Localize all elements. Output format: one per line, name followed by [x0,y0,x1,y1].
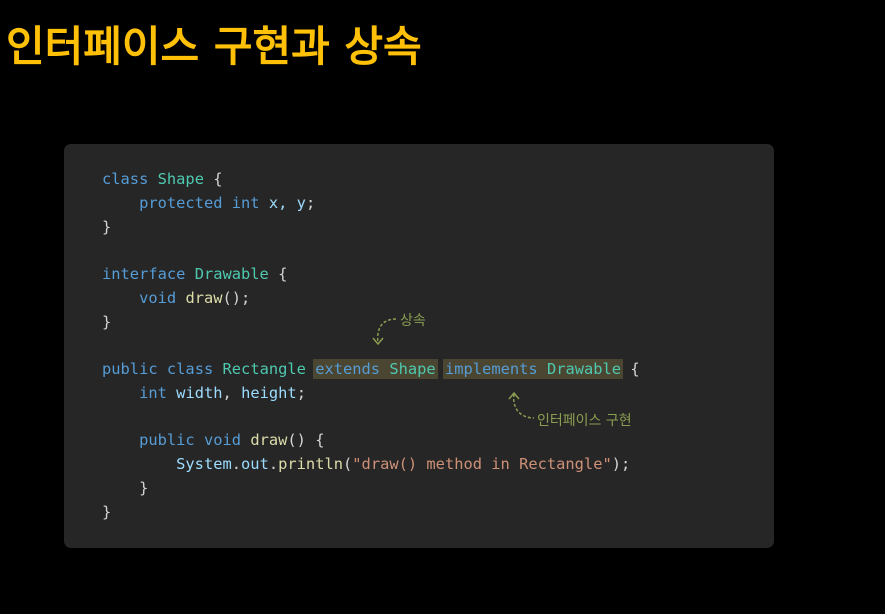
method-signature-open: () { [287,431,325,450]
keyword-extends: extends [315,360,381,378]
code-line-10: int width, height; [102,382,640,406]
keyword-void: void [203,431,242,450]
keyword-void: void [139,288,177,307]
paren-close: ); [611,455,631,473]
code-line-2: protected int x, y; [102,192,640,216]
brace-close: } [139,478,149,497]
code-line-9: public class Rectangle extends Shape imp… [102,358,640,382]
code-line-3: } [102,216,640,240]
field-height: height [241,383,297,402]
type-rectangle: Rectangle [222,360,306,378]
type-drawable: Drawable [194,265,269,283]
keyword-class: class [166,360,214,378]
code-line-1: class Shape { [102,168,640,192]
keyword-int: int [231,193,260,212]
semicolon: ; [296,383,306,402]
extends-clause-highlight: extends Shape [313,359,438,379]
identifier-out: out [241,455,269,473]
keyword-int: int [139,383,167,402]
string-literal: "draw() method in Rectangle" [352,455,612,473]
type-shape: Shape [389,360,436,378]
inheritance-annotation: 상속 [400,313,426,329]
implements-clause-highlight: implements Drawable [442,359,624,379]
method-println: println [278,455,343,473]
method-draw: draw [250,431,288,450]
brace-open: { [213,170,223,188]
keyword-implements: implements [444,360,538,378]
method-draw: draw [185,288,223,307]
keyword-public: public [102,360,158,378]
method-signature-end: (); [222,288,251,307]
dot: . [231,455,242,473]
code-line-6: void draw(); [102,287,640,311]
code-line-12: public void draw() { [102,429,640,453]
field-names-x-y: x, y [268,193,306,212]
code-line-14: } [102,477,640,501]
slide-title: 인터페이스 구현과 상속 [6,22,422,71]
identifier-system: System [176,455,232,473]
paren-open: ( [343,455,353,473]
comma: , [222,383,232,402]
brace-open: { [278,265,288,283]
brace-open: { [630,360,640,378]
type-drawable: Drawable [546,360,622,378]
brace-close: } [102,502,112,521]
brace-close: } [102,217,112,236]
code-line-15: } [102,501,640,525]
keyword-class: class [102,170,149,188]
keyword-interface: interface [102,265,186,283]
interface-annotation: 인터페이스 구현 [537,413,632,429]
brace-close: } [102,312,112,331]
interface-arrow-icon [508,391,535,419]
code-panel: class Shape { protected int x, y;} inter… [64,144,774,548]
field-width: width [176,383,223,402]
code-line-13: System.out.println("draw() method in Rec… [102,453,640,477]
keyword-protected: protected [139,193,223,212]
type-shape: Shape [157,170,204,188]
code-line-5: interface Drawable { [102,263,640,287]
dot: . [268,455,279,473]
keyword-public: public [139,431,195,450]
semicolon: ; [305,193,316,212]
inheritance-arrow-icon [372,318,397,346]
